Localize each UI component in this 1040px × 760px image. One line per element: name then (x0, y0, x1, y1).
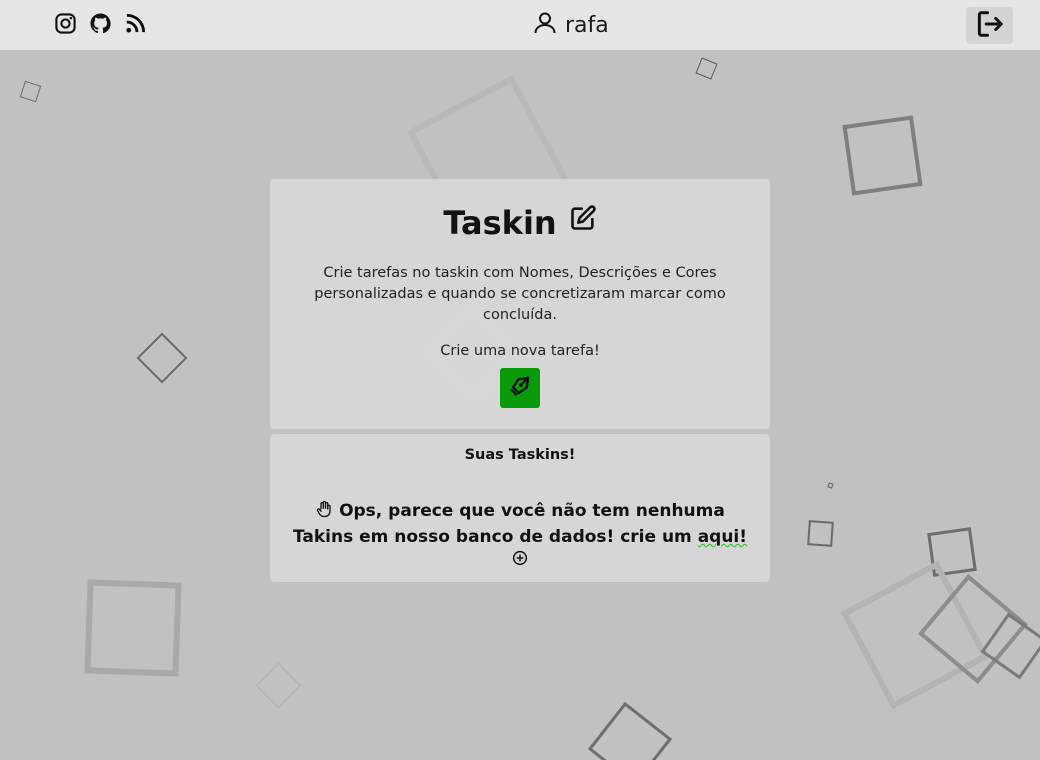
bg-square (84, 579, 182, 677)
pen-nib-icon (506, 372, 534, 404)
title-row: Taskin (270, 205, 770, 241)
intro-card: Taskin Crie tarefas no taskin com Nomes,… (270, 179, 770, 429)
create-task-link[interactable]: aqui! (698, 527, 747, 547)
plus-circle-icon[interactable] (512, 549, 528, 573)
create-task-prompt: Crie uma nova tarefa! (440, 343, 600, 359)
bg-square (807, 520, 834, 547)
bg-square (19, 80, 42, 103)
page-title: Taskin (443, 204, 557, 242)
tasks-title: Suas Taskins! (464, 447, 576, 463)
top-bar: rafa (0, 0, 1040, 50)
empty-state-message: Ops, parece que você não tem nenhuma Tak… (290, 499, 750, 576)
logout-icon (975, 9, 1005, 43)
bg-square (695, 57, 718, 80)
user-icon (533, 11, 557, 39)
social-links (54, 12, 147, 35)
intro-description: Crie tarefas no taskin com Nomes, Descri… (314, 265, 726, 323)
bg-square (842, 115, 923, 196)
bg-square (255, 662, 302, 709)
new-task-button[interactable] (500, 368, 540, 408)
edit-icon (569, 204, 597, 236)
bg-square (136, 332, 188, 384)
user-info[interactable]: rafa (533, 11, 609, 39)
empty-state-text: Ops, parece que você não tem nenhuma Tak… (292, 501, 725, 547)
user-name: rafa (565, 12, 609, 38)
instagram-icon[interactable] (54, 12, 77, 35)
hand-icon (315, 500, 333, 525)
tasks-card: Suas Taskins! Ops, parece que você não t… (270, 434, 770, 582)
rss-icon[interactable] (124, 12, 147, 35)
github-icon[interactable] (89, 12, 112, 35)
logout-button[interactable] (966, 7, 1013, 44)
bg-square (827, 482, 834, 489)
bg-square (587, 701, 673, 760)
